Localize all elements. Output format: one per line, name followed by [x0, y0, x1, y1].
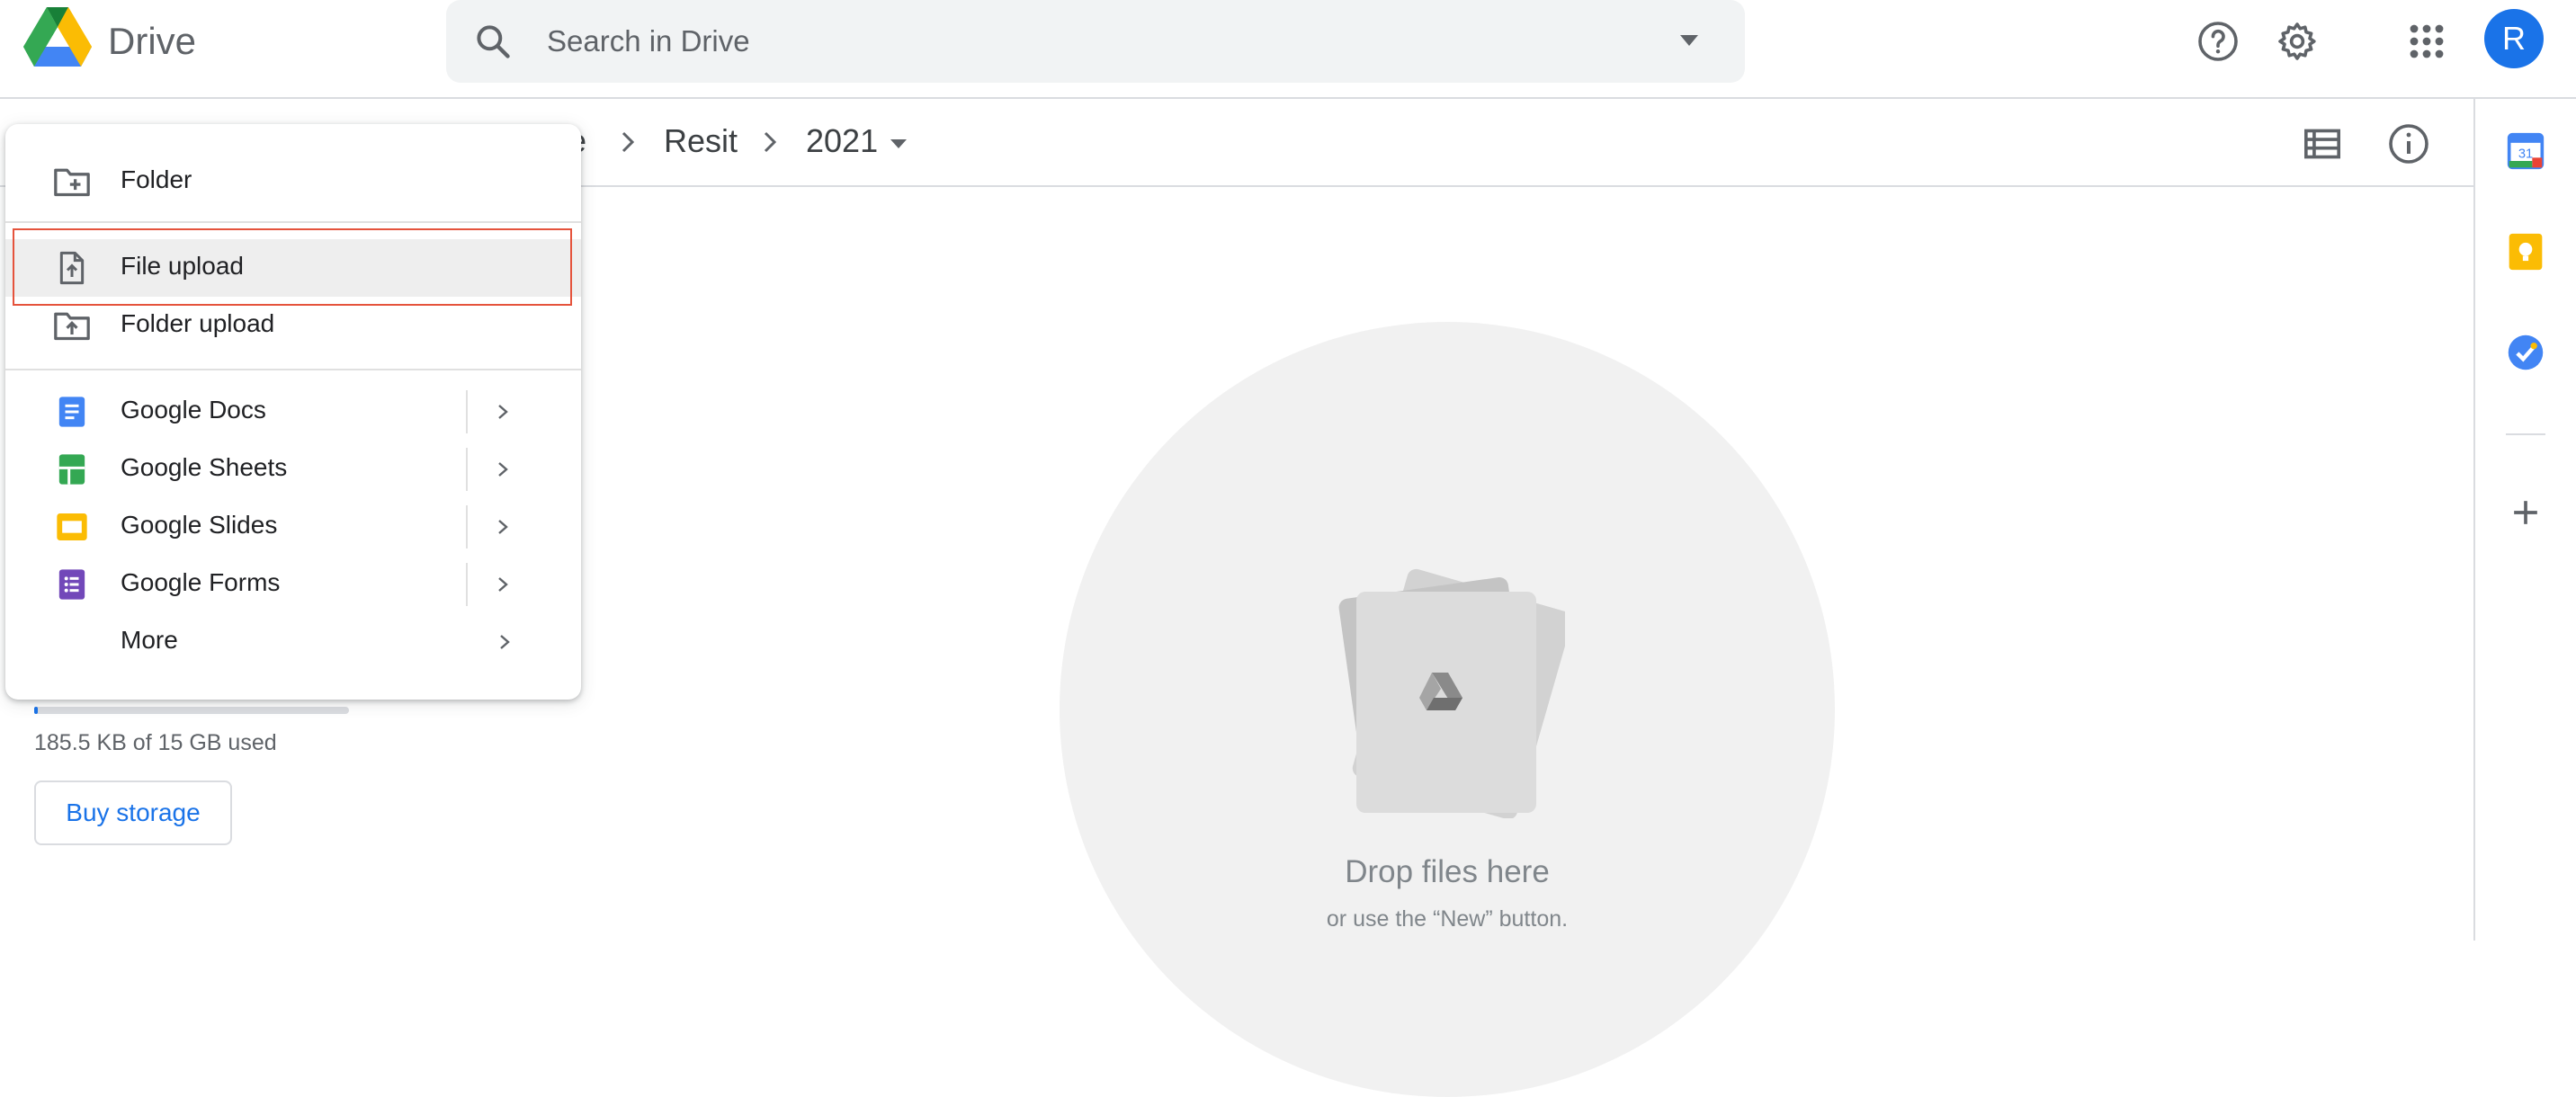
chevron-right-icon[interactable] [493, 516, 513, 538]
breadcrumb-chevron-icon [622, 131, 635, 153]
menu-item-folder-upload[interactable]: Folder upload [5, 297, 581, 354]
buy-storage-button[interactable]: Buy storage [34, 780, 232, 845]
submenu-divider [466, 505, 468, 548]
app-title[interactable]: Drive [108, 20, 196, 63]
submenu-divider [466, 390, 468, 433]
view-details-info-icon[interactable] [2387, 122, 2430, 165]
chevron-right-icon[interactable] [493, 574, 513, 595]
google-docs-icon [58, 397, 85, 427]
breadcrumb-item[interactable]: Resit [664, 122, 738, 160]
menu-item-label: Folder upload [121, 309, 275, 337]
selection-highlight-box [13, 228, 572, 306]
menu-item-label: Google Docs [121, 396, 266, 424]
apps-grid-icon[interactable] [2405, 20, 2448, 63]
menu-divider [5, 221, 581, 223]
menu-item-google-slides[interactable]: Google Slides [5, 498, 581, 556]
account-avatar[interactable]: R [2484, 9, 2544, 68]
submenu-divider [466, 448, 468, 491]
menu-item-more[interactable]: More [5, 613, 581, 671]
drop-zone-title: Drop files here [1345, 854, 1550, 889]
menu-item-label: Google Slides [121, 511, 278, 539]
settings-gear-icon[interactable] [2276, 20, 2319, 63]
empty-folder-illustration-icon [1338, 568, 1565, 818]
keep-icon[interactable] [2506, 232, 2545, 272]
menu-item-google-docs[interactable]: Google Docs [5, 383, 581, 441]
menu-item-label: Folder [121, 165, 192, 193]
google-slides-icon [57, 513, 87, 540]
chevron-right-icon[interactable] [493, 401, 513, 423]
folder-upload-icon [54, 312, 90, 341]
storage-usage-bar [34, 707, 349, 714]
chevron-right-icon[interactable] [493, 459, 513, 480]
storage-usage-text: 185.5 KB of 15 GB used [34, 730, 277, 755]
menu-divider [5, 369, 581, 370]
menu-item-label: Google Forms [121, 568, 281, 596]
drive-logo-icon[interactable] [23, 7, 92, 68]
drop-zone-subtitle: or use the “New” button. [1326, 906, 1569, 932]
breadcrumb-current-folder[interactable]: 2021 [806, 122, 878, 160]
add-addon-plus-icon[interactable] [2506, 493, 2545, 532]
menu-item-google-sheets[interactable]: Google Sheets [5, 441, 581, 498]
svg-text:31: 31 [2518, 147, 2533, 161]
search-input[interactable] [547, 20, 1626, 63]
storage-usage-fill [34, 707, 38, 714]
list-view-icon[interactable] [2303, 126, 2342, 162]
side-panel-divider [2506, 433, 2545, 435]
search-options-dropdown-icon[interactable] [1678, 32, 1700, 49]
tasks-icon[interactable] [2506, 333, 2545, 372]
menu-item-google-forms[interactable]: Google Forms [5, 556, 581, 613]
menu-item-label: Google Sheets [121, 453, 288, 481]
help-icon[interactable] [2196, 20, 2240, 63]
calendar-icon[interactable]: 31 [2506, 131, 2545, 171]
google-sheets-icon [58, 454, 85, 485]
menu-item-new-folder[interactable]: Folder [5, 153, 581, 210]
new-folder-icon [54, 168, 90, 197]
menu-item-label: More [121, 626, 178, 654]
google-forms-icon [58, 569, 85, 600]
submenu-divider [466, 563, 468, 606]
breadcrumb-chevron-icon [764, 131, 777, 153]
folder-menu-caret-icon[interactable] [889, 137, 908, 151]
chevron-right-icon[interactable] [495, 631, 514, 653]
search-icon[interactable] [473, 22, 513, 61]
